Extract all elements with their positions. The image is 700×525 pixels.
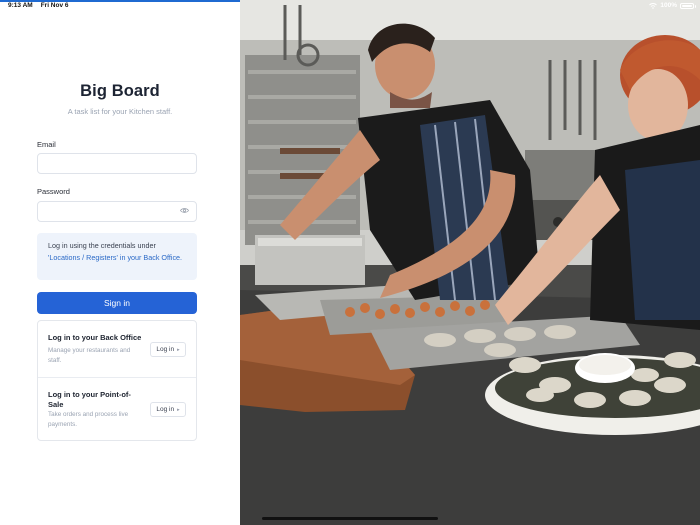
- app-title: Big Board: [80, 82, 160, 100]
- status-right: 100%: [649, 2, 696, 9]
- battery-icon: [680, 2, 696, 9]
- email-label: Email: [37, 140, 56, 149]
- status-left: 9:13 AM Fri Nov 6: [8, 2, 69, 9]
- login-panel: Big Board A task list for your Kitchen s…: [0, 0, 240, 525]
- brand-header: Big Board A task list for your Kitchen s…: [0, 82, 240, 116]
- password-label: Password: [37, 187, 70, 196]
- eye-icon[interactable]: [180, 207, 189, 214]
- wifi-icon: [649, 2, 658, 9]
- chevron-right-icon: ▸: [177, 346, 180, 353]
- point-of-sale-login-button[interactable]: Log in ▸: [150, 402, 186, 417]
- status-bar: 9:13 AM Fri Nov 6 100%: [0, 0, 700, 12]
- back-office-option: Log in to your Back Office Manage your r…: [38, 321, 196, 378]
- app-subtitle: A task list for your Kitchen staff.: [67, 107, 173, 116]
- kitchen-staff-illustration: [240, 0, 700, 525]
- kitchen-photo: [240, 0, 700, 525]
- sign-in-button[interactable]: Sign in: [37, 292, 197, 314]
- back-office-title: Log in to your Back Office: [48, 333, 142, 342]
- email-field[interactable]: [37, 153, 197, 174]
- home-indicator[interactable]: [262, 517, 438, 520]
- back-office-login-button[interactable]: Log in ▸: [150, 342, 186, 357]
- chevron-right-icon: ▸: [177, 406, 180, 413]
- login-options-card: Log in to your Back Office Manage your r…: [37, 320, 197, 441]
- login-help-note: Log in using the credentials under 'Loca…: [37, 233, 197, 280]
- back-office-login-label: Log in: [156, 346, 175, 353]
- point-of-sale-title: Log in to your Point-of-Sale: [48, 390, 131, 409]
- point-of-sale-description: Take orders and process live payments.: [48, 411, 129, 428]
- status-time: 9:13 AM: [8, 2, 33, 9]
- login-help-text: Log in using the credentials under: [48, 241, 156, 250]
- password-field[interactable]: [37, 201, 197, 222]
- status-date: Fri Nov 6: [40, 2, 69, 9]
- point-of-sale-login-label: Log in: [156, 406, 175, 413]
- back-office-description: Manage your restaurants and staff.: [48, 347, 131, 364]
- point-of-sale-option: Log in to your Point-of-Sale Take orders…: [38, 378, 196, 440]
- back-office-locations-link[interactable]: 'Locations / Registers' in your Back Off…: [48, 253, 182, 262]
- battery-percentage: 100%: [660, 2, 677, 9]
